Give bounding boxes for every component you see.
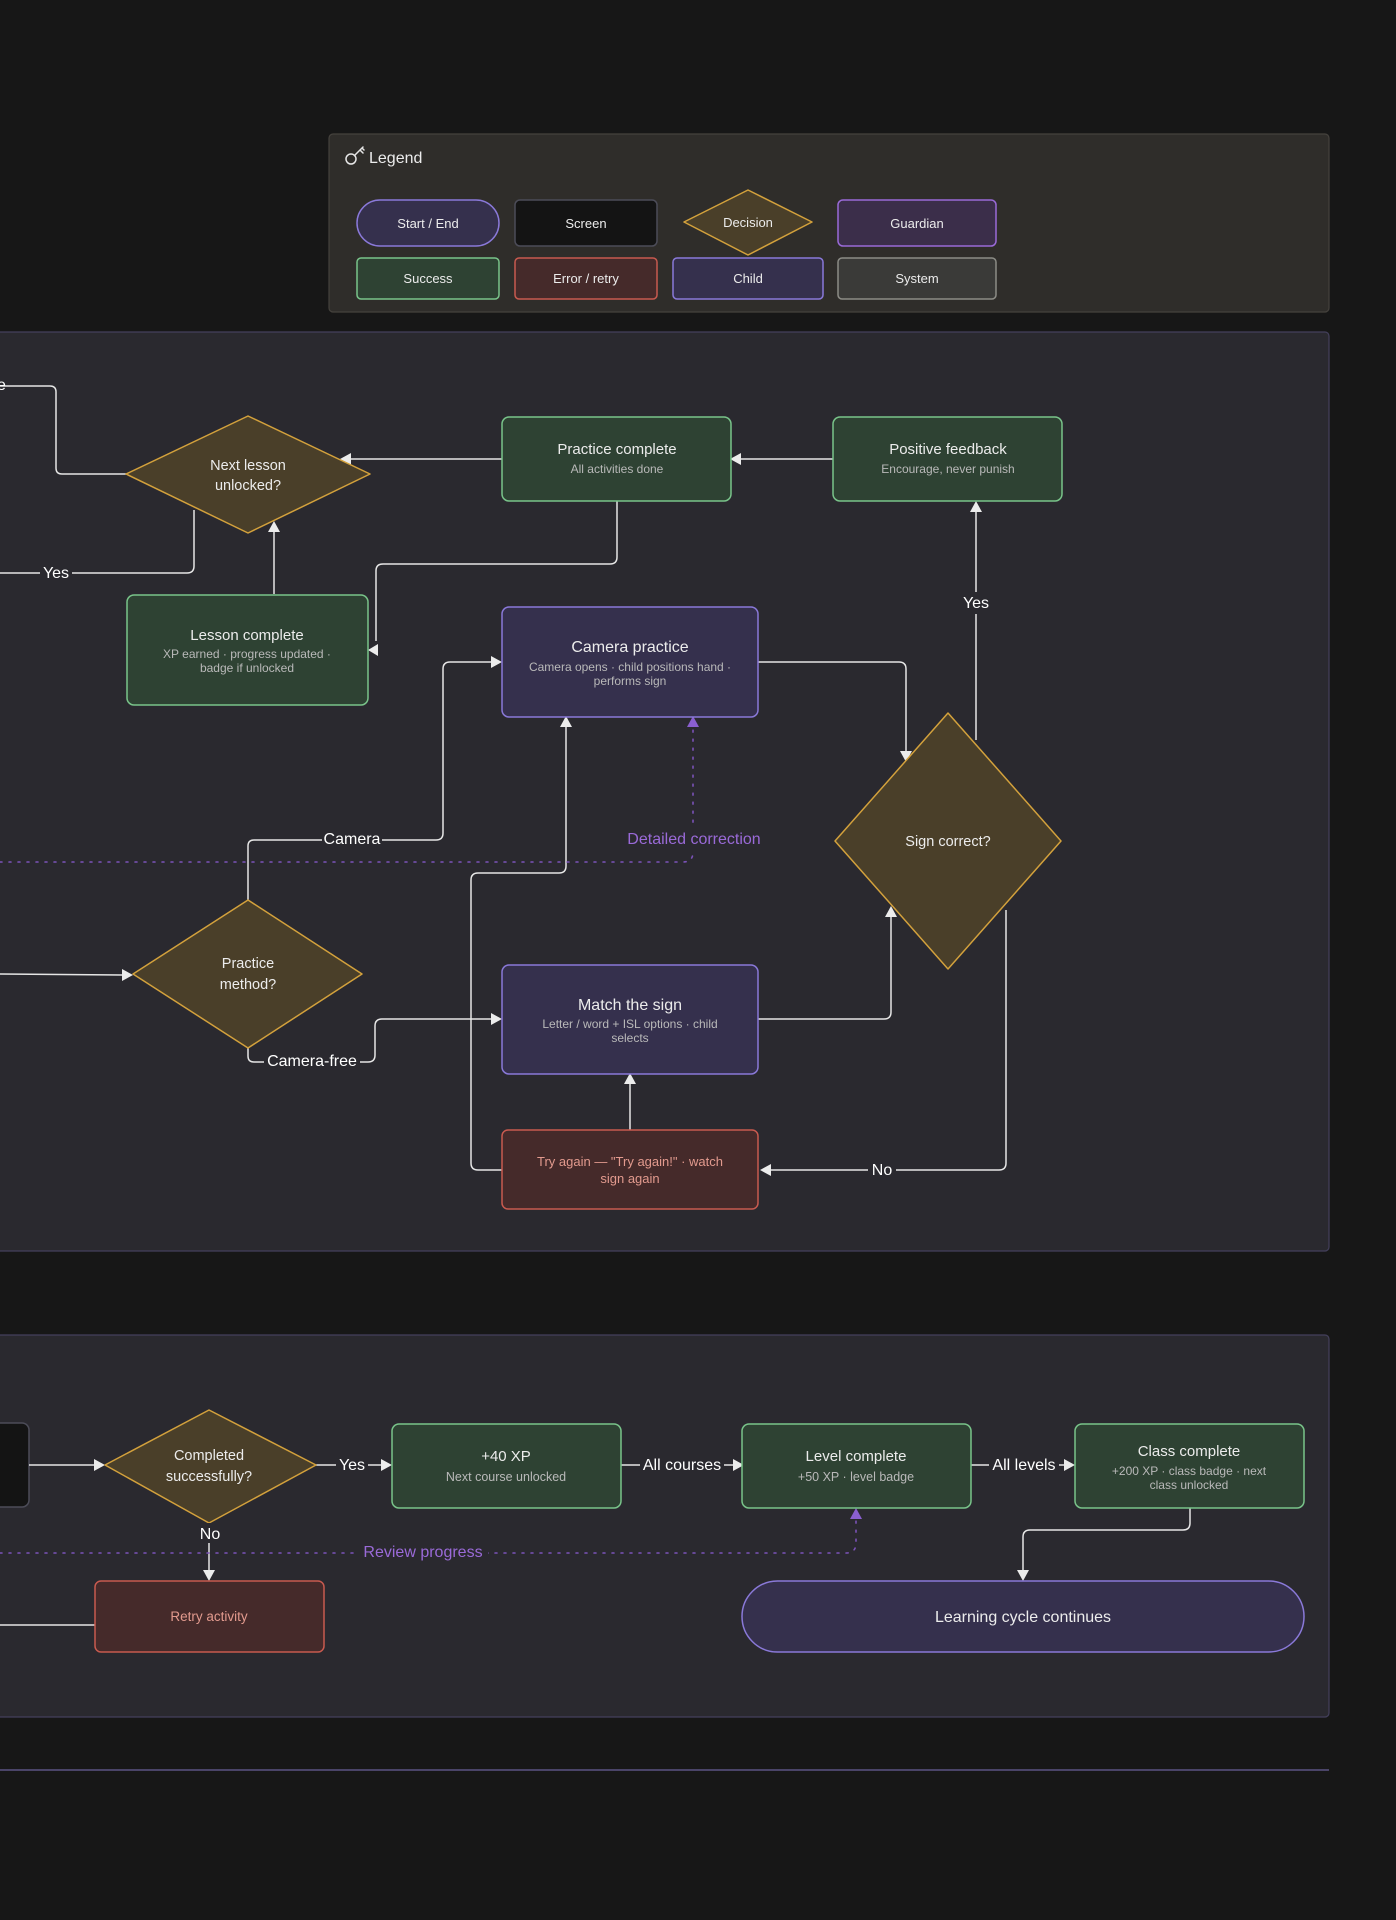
positive-feedback-subtitle: Encourage, never punish [881,462,1014,476]
legend-item-screen: Screen [514,199,658,247]
node-lesson-complete: Lesson complete XP earned · progress upd… [126,594,369,706]
class-complete-subtitle-line-1: +200 XP · class badge · next [1112,1464,1267,1478]
camera-practice-subtitle-line-2: performs sign [594,674,667,688]
legend-item-guardian: Guardian [837,199,997,247]
edge-label-all-courses: All courses [643,1457,721,1474]
node-practice-complete: Practice complete All activities done [501,416,732,502]
legend-item-child: Child [672,257,824,300]
node-try-again: Try again — "Try again!" · watch sign ag… [501,1129,759,1210]
lesson-complete-subtitle-line-2: badge if unlocked [200,661,294,675]
edge-label-review-progress: Review progress [363,1544,482,1561]
next-lesson-line-2: unlocked? [215,478,281,494]
practice-method-line-1: Practice [222,956,274,972]
edge-label-all-levels: All levels [992,1457,1055,1474]
legend-item-error-retry: Error / retry [514,257,658,300]
edge-left-to-practice-method [0,973,123,976]
level-complete-title: Level complete [806,1448,907,1465]
edge-label-no-sign-correct: No [872,1162,893,1179]
level-complete-subtitle: +50 XP · level badge [798,1470,914,1484]
positive-feedback-title: Positive feedback [889,441,1007,458]
edge-label-camera: Camera [324,831,381,848]
xp40-title: +40 XP [481,1448,531,1465]
match-sign-subtitle-line-2: selects [611,1031,648,1045]
legend-panel: Legend Start / End Screen Decision Guard… [328,133,1330,313]
edge-label-detailed-correction: Detailed correction [627,831,760,848]
completed-line-1: Completed [174,1448,244,1464]
node-camera-practice: Camera practice Camera opens · child pos… [501,606,759,718]
retry-activity-title: Retry activity [170,1609,248,1624]
practice-complete-subtitle: All activities done [571,462,664,476]
try-again-line-1: Try again — "Try again!" · watch [537,1154,723,1169]
edge-label-clipped: e [0,377,6,394]
learning-cycle-title: Learning cycle continues [935,1609,1111,1626]
node-class-complete: Class complete +200 XP · class badge · n… [1074,1423,1305,1509]
practice-complete-title: Practice complete [557,441,676,458]
legend-item-system: System [837,257,997,300]
legend-label-child: Child [733,271,763,286]
legend-label-error-retry: Error / retry [553,271,619,286]
edge-label-no-completed: No [200,1526,221,1543]
legend-label-success: Success [403,271,453,286]
node-positive-feedback: Positive feedback Encourage, never punis… [832,416,1063,502]
camera-practice-title: Camera practice [571,639,688,656]
try-again-line-2: sign again [600,1171,659,1186]
node-screen-clipped [0,1422,30,1508]
node-match-sign: Match the sign Letter / word + ISL optio… [501,964,759,1075]
edge-label-camera-free: Camera-free [267,1053,357,1070]
legend-item-start-end: Start / End [356,199,500,247]
next-lesson-line-1: Next lesson [210,458,286,474]
edge-label-yes-completed: Yes [339,1457,365,1474]
lesson-complete-subtitle-line-1: XP earned · progress updated · [163,647,331,661]
edge-label-yes-next-lesson: Yes [43,565,69,582]
flowchart-canvas: Legend Start / End Screen Decision Guard… [0,133,1330,1771]
match-sign-subtitle-line-1: Letter / word + ISL options · child [542,1017,717,1031]
edge-label-yes-sign-correct: Yes [963,595,989,612]
progress-panel: Completed successfully? +40 XP Next cour… [0,1334,1330,1718]
legend-label-screen: Screen [565,216,606,231]
legend-item-success: Success [356,257,500,300]
class-complete-title: Class complete [1138,1443,1241,1460]
legend-label-guardian: Guardian [890,216,943,231]
sign-correct-title: Sign correct? [905,834,990,850]
legend-title: Legend [369,150,422,167]
xp40-subtitle: Next course unlocked [446,1470,566,1484]
lesson-complete-title: Lesson complete [190,627,303,644]
camera-practice-subtitle-line-1: Camera opens · child positions hand · [529,660,731,674]
match-sign-title: Match the sign [578,997,682,1014]
node-retry-activity: Retry activity [94,1580,325,1653]
node-learning-cycle: Learning cycle continues [741,1580,1305,1653]
legend-label-system: System [895,271,938,286]
legend-label-decision: Decision [723,215,773,230]
legend-label-start-end: Start / End [397,216,458,231]
practice-panel: Next lesson unlocked? Practice complete … [0,331,1330,1252]
node-xp40: +40 XP Next course unlocked [391,1423,622,1509]
completed-line-2: successfully? [166,1469,252,1485]
practice-method-line-2: method? [220,977,276,993]
node-level-complete: Level complete +50 XP · level badge [741,1423,972,1509]
class-complete-subtitle-line-2: class unlocked [1150,1478,1229,1492]
